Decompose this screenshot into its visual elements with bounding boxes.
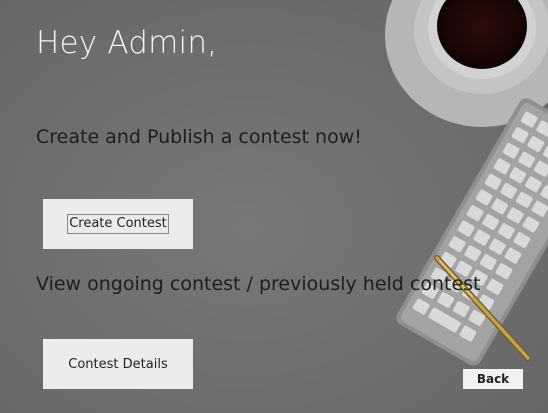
contest-details-button-label: Contest Details [68,356,168,372]
contest-details-button[interactable]: Contest Details [43,339,193,389]
create-contest-button-label: Create Contest [67,214,169,234]
create-contest-prompt: Create and Publish a contest now! [36,126,362,148]
back-button[interactable]: Back [463,369,523,389]
create-contest-button[interactable]: Create Contest [43,199,193,249]
view-contest-prompt: View ongoing contest / previously held c… [36,273,481,295]
greeting-heading: Hey Admin, [36,25,218,61]
